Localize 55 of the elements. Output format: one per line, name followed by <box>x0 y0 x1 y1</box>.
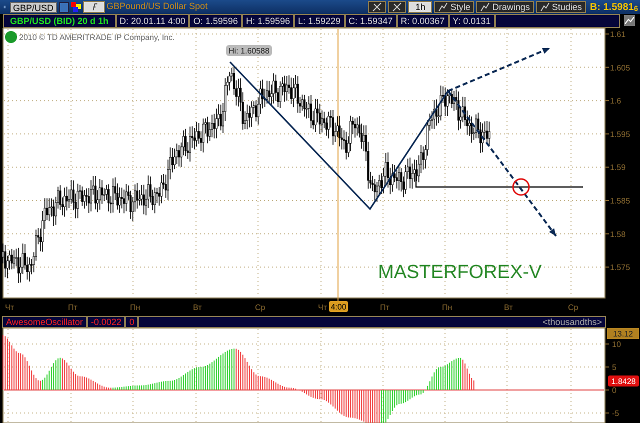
time-axis-label: Пт <box>68 303 78 312</box>
dropdown-button[interactable] <box>58 2 69 12</box>
cursor-time-label: 4:00 <box>329 301 348 312</box>
oscillator-axis-label: -5 <box>612 409 620 418</box>
function-button[interactable] <box>82 1 105 13</box>
pencil-button[interactable] <box>388 1 406 13</box>
units-label: <thousandths> <box>138 316 606 328</box>
price-axis-label: 1.59 <box>610 163 626 172</box>
annotation-text: MASTERFOREX-V <box>378 262 542 283</box>
interval-button[interactable]: 1h <box>408 1 432 13</box>
quote-field: H: 1.59596 <box>242 14 294 28</box>
indicator-name: AwesomeOscillator <box>2 316 87 328</box>
oscillator-axis-label: 0 <box>612 386 616 395</box>
price-axis-label: 1.575 <box>610 263 630 272</box>
time-axis-label: Вт <box>504 303 513 312</box>
time-axis-label: Вт <box>193 303 202 312</box>
oscillator-axis-label: 10 <box>612 340 621 349</box>
indicator-value: -0.0022 <box>86 316 126 328</box>
toolbar-button[interactable]: Style <box>434 1 474 13</box>
quote-field: R: 0.00367 <box>396 14 449 28</box>
high-price-label: Hi: 1.60588 <box>226 45 272 56</box>
toolbar-button[interactable]: Drawings <box>476 1 534 13</box>
quote-field: D: 20.01.11 4:00 <box>116 14 190 28</box>
price-axis-label: 1.58 <box>610 230 626 239</box>
time-axis-label: Пн <box>442 303 452 312</box>
time-axis-label: Ср <box>568 303 578 312</box>
price-axis-label: 1.6 <box>610 96 622 106</box>
toolbar-button[interactable]: Studies <box>536 1 586 13</box>
quote-field: L: 1.59229 <box>294 14 345 28</box>
time-axis-label: Чт <box>318 303 327 312</box>
time-axis-label: Ср <box>255 303 266 312</box>
max-value-label: 13.12 <box>607 328 639 339</box>
current-value-label: 1.8428 <box>608 376 639 387</box>
tools-button[interactable] <box>368 1 386 13</box>
chart-settings-icon <box>624 15 635 26</box>
time-axis-label: Чт <box>5 303 14 312</box>
symbol-field[interactable]: GBP/USD <box>10 2 57 12</box>
price-axis-label: 1.595 <box>610 130 630 139</box>
target-circle <box>512 178 530 196</box>
info-icon <box>5 31 17 43</box>
quote-field: Y: 0.0131 <box>448 14 495 28</box>
indicator-setting: 0 <box>125 316 138 328</box>
quote-field: C: 1.59347 <box>344 14 397 28</box>
color-squares-icon <box>70 2 81 12</box>
instrument-title: GBP/USD (BID) 20 d 1h <box>3 14 116 28</box>
bid-price: B: 1.5981$_{6}$ <box>590 0 638 14</box>
time-axis-label: Пт <box>380 303 390 312</box>
quote-field: O: 1.59596 <box>189 14 242 28</box>
symbol-description: GBPound/US Dollar Spot <box>106 0 208 14</box>
time-axis-label: Пн <box>130 303 140 312</box>
price-axis-label: 1.61 <box>610 30 626 39</box>
oscillator-axis-label: 5 <box>612 363 616 372</box>
price-axis-label: 1.605 <box>610 63 630 72</box>
copyright-text: 2010 © TD AMERITRADE IP Company, Inc. <box>19 33 175 42</box>
price-axis-label: 1.585 <box>610 196 630 206</box>
